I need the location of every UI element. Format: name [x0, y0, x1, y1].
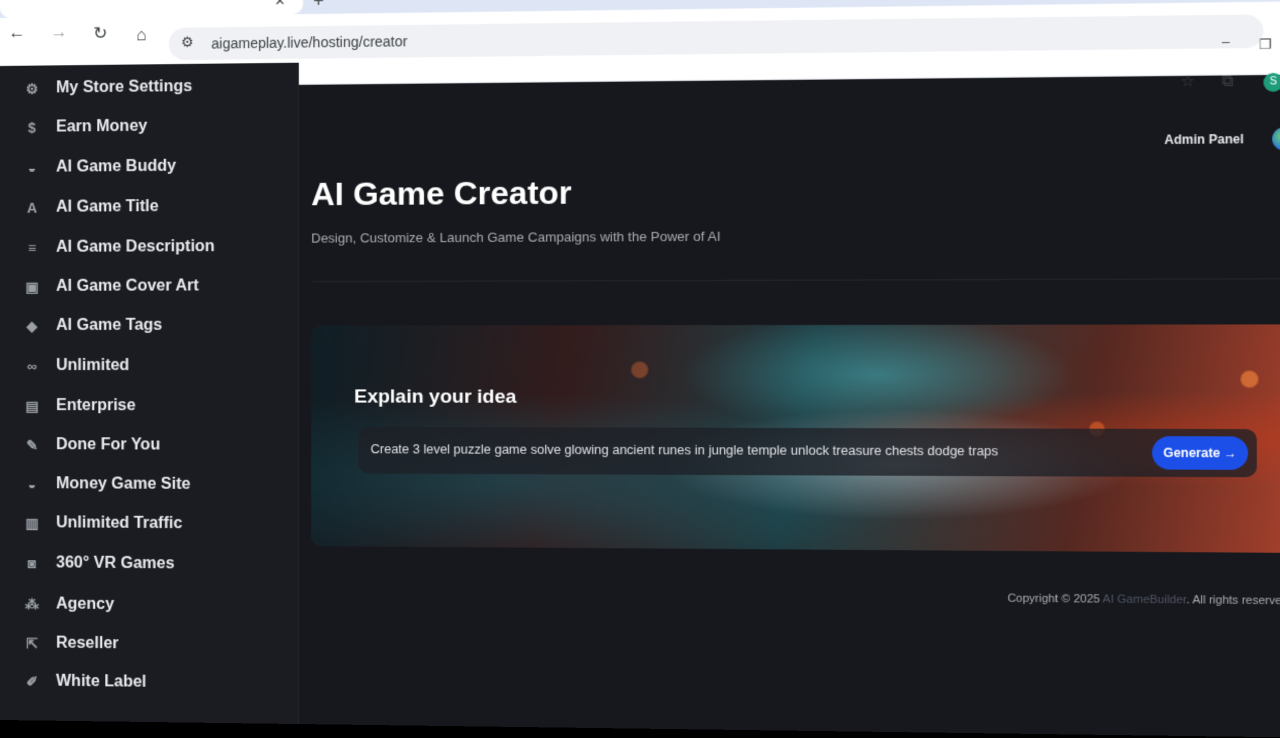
dollar-icon: $ [28, 119, 36, 136]
sidebar-item-label: My Store Settings [56, 77, 193, 97]
sidebar-item-agency[interactable]: ⁂ Agency [22, 595, 114, 614]
sidebar-item-game-buddy[interactable]: ◒ AI Game Buddy [22, 158, 176, 177]
main-content: Admin Panel AI Game Creator Design, Cust… [298, 106, 1280, 738]
idea-hero-banner: Explain your idea Create 3 level puzzle … [311, 324, 1280, 553]
sidebar-item-unlimited[interactable]: ∞ Unlimited [22, 357, 129, 375]
sidebar-item-vr-games[interactable]: ◙ 360° VR Games [22, 554, 175, 573]
sidebar-item-label: AI Game Description [56, 238, 215, 256]
traffic-icon: ▥ [25, 514, 39, 531]
gamepad-icon: ◒ [27, 476, 37, 493]
tag-icon: ◆ [26, 317, 38, 334]
building-icon: ▤ [25, 397, 39, 414]
copyright-rights: . All rights reserved. [1186, 593, 1280, 608]
site-info-icon[interactable]: ⚙ [181, 34, 194, 51]
sidebar: ⚙ My Store Settings $ Earn Money ◒ AI Ga… [0, 62, 299, 725]
sidebar-item-label: AI Game Cover Art [56, 277, 199, 295]
sidebar-item-label: AI Game Buddy [56, 157, 177, 176]
sidebar-item-cover-art[interactable]: ▣ AI Game Cover Art [22, 277, 199, 296]
active-tab[interactable]: ✕ [0, 0, 303, 19]
text-align-icon: ≡ [27, 239, 37, 256]
page-subtitle: Design, Customize & Launch Game Campaign… [311, 228, 721, 246]
copyright-prefix: Copyright © 2025 [1007, 592, 1100, 606]
sidebar-item-game-title[interactable]: A AI Game Title [22, 198, 159, 217]
restore-icon[interactable]: ❐ [1259, 36, 1272, 53]
brand-link[interactable]: AI GameBuilder [1103, 593, 1187, 606]
back-icon[interactable]: ← [6, 22, 28, 44]
reload-icon[interactable]: ↻ [89, 23, 111, 45]
idea-prompt-input[interactable]: Create 3 level puzzle game solve glowing… [358, 426, 1257, 478]
sidebar-item-earn-money[interactable]: $ Earn Money [22, 118, 147, 137]
bookmark-star-icon[interactable]: ☆ [1180, 72, 1195, 91]
sidebar-item-game-tags[interactable]: ◆ AI Game Tags [22, 316, 163, 335]
tab-close-icon[interactable]: ✕ [274, 0, 285, 9]
share-icon: ⇱ [26, 634, 38, 651]
gear-icon: ⚙ [25, 80, 39, 97]
sidebar-item-done-for-you[interactable]: ✎ Done For You [22, 436, 160, 455]
url-text[interactable]: aigameplay.live/hosting/creator [211, 33, 407, 51]
gamepad-icon: ◒ [27, 159, 37, 176]
sidebar-item-reseller[interactable]: ⇱ Reseller [22, 634, 119, 653]
sidebar-item-label: Reseller [56, 634, 119, 653]
user-avatar[interactable] [1272, 127, 1280, 151]
page-title: AI Game Creator [311, 174, 572, 213]
vr-headset-icon: ◙ [27, 555, 37, 572]
divider [311, 278, 1280, 283]
generate-button[interactable]: Generate → [1152, 436, 1249, 470]
sidebar-item-label: AI Game Tags [56, 316, 163, 334]
idea-prompt-text[interactable]: Create 3 level puzzle game solve glowing… [371, 442, 999, 458]
sidebar-item-label: AI Game Title [56, 198, 159, 216]
sidebar-item-label: Agency [56, 595, 115, 614]
sidebar-item-label: Unlimited [56, 356, 130, 375]
sidebar-item-label: Money Game Site [56, 475, 191, 493]
font-icon: A [26, 199, 38, 216]
extensions-icon[interactable]: ⧉ [1222, 72, 1234, 90]
sidebar-item-label: Unlimited Traffic [56, 514, 183, 533]
tab-strip: ✕ + [0, 0, 1280, 19]
home-icon[interactable]: ⌂ [130, 24, 152, 46]
infinity-icon: ∞ [26, 357, 37, 375]
browser-window: ✕ + ← → ↻ ⌂ ⚙ aigameplay.live/hosting/cr… [0, 0, 1280, 738]
copyright-footer: Copyright © 2025 AI GameBuilder. All rig… [1007, 592, 1280, 607]
brush-icon: ✐ [26, 672, 38, 689]
minimize-icon[interactable]: – [1222, 34, 1230, 50]
forward-icon[interactable]: → [48, 21, 70, 43]
sidebar-item-store-settings[interactable]: ⚙ My Store Settings [22, 77, 193, 98]
address-bar[interactable]: ⚙ aigameplay.live/hosting/creator [168, 14, 1264, 61]
sidebar-item-white-label[interactable]: ✐ White Label [22, 672, 146, 692]
profile-avatar[interactable]: S [1263, 72, 1280, 92]
sidebar-item-label: White Label [56, 672, 147, 691]
sidebar-item-label: Done For You [56, 436, 161, 454]
new-tab-icon[interactable]: + [313, 0, 324, 12]
sidebar-item-enterprise[interactable]: ▤ Enterprise [22, 397, 136, 415]
sidebar-item-money-game-site[interactable]: ◒ Money Game Site [22, 475, 191, 494]
image-icon: ▣ [25, 278, 39, 295]
sidebar-item-label: Enterprise [56, 397, 136, 415]
sidebar-item-label: 360° VR Games [56, 554, 175, 573]
idea-heading: Explain your idea [354, 386, 517, 408]
sidebar-item-game-description[interactable]: ≡ AI Game Description [22, 238, 215, 257]
sidebar-item-label: Earn Money [56, 117, 148, 136]
pencil-icon: ✎ [26, 436, 38, 453]
users-icon: ⁂ [24, 595, 40, 612]
sidebar-item-unlimited-traffic[interactable]: ▥ Unlimited Traffic [22, 514, 182, 533]
admin-panel-link[interactable]: Admin Panel [1164, 132, 1243, 147]
